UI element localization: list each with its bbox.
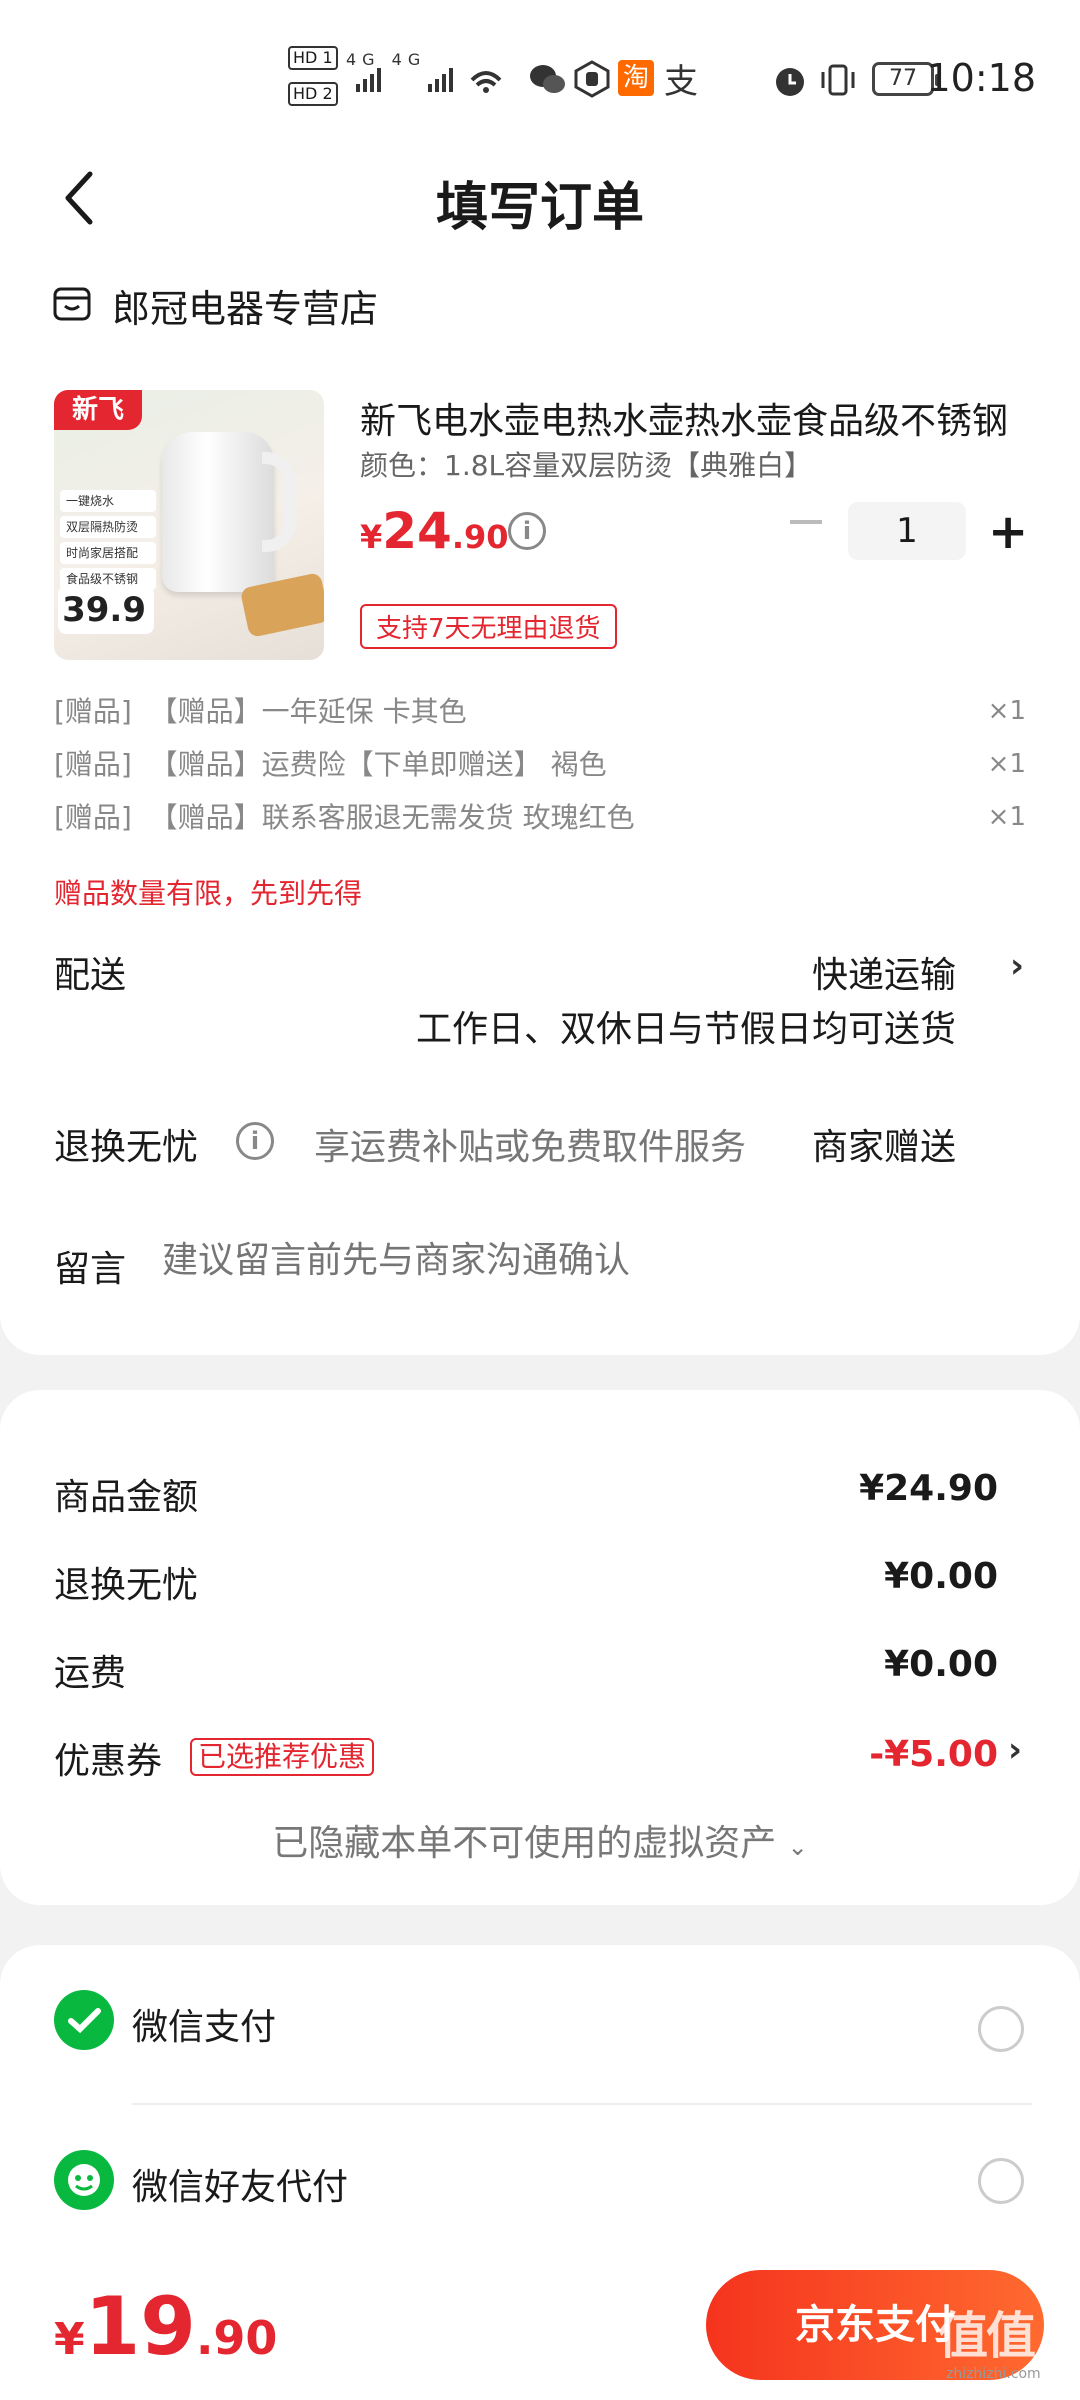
shipping-fee-value: ¥0.00 [884,1644,998,1685]
coupon-tag: 已选推荐优惠 [190,1738,375,1776]
shop-icon [52,284,92,324]
feature-tag: 一键烧水 [60,490,156,512]
brand-logo: 新飞 [54,390,142,430]
coupon-label: 优惠券 [54,1741,163,1782]
wechat-friend-label[interactable]: 微信好友代付 [132,2158,348,2210]
hd1-badge: HD 1 [288,46,338,70]
returns-badge: 支持7天无理由退货 [360,604,617,649]
watermark: 值值值 [938,2307,1036,2400]
page-title: 填写订单 [435,178,644,238]
taobao-icon: 淘 [618,60,654,96]
promo-price: 39.9 [58,586,154,634]
feature-tag: 时尚家居搭配 [60,542,156,564]
kettle-handle [262,452,296,552]
gift-item: [赠品] 【赠品】运费险【下单即赠送】 褐色 [54,748,607,781]
product-image[interactable]: 新飞 一键烧水 双层隔热防烫 时尚家居搭配 食品级不锈钢 39.9 [54,390,324,660]
gift-qty: ×1 [987,696,1026,726]
return-service-label: 退换无忧 [54,1127,199,1168]
wechat-friend-icon [54,2150,114,2210]
product-price: ¥24.90 [360,502,509,560]
sim-indicator: HD 1 [288,46,342,70]
info-icon[interactable]: i [236,1122,274,1160]
divider [132,2103,1032,2105]
payment-card [0,1945,1080,2265]
wechat-pay-icon [54,1990,114,2050]
gift-warning: 赠品数量有限，先到先得 [54,877,363,910]
sim-indicator-2: HD 2 [288,82,342,106]
return-service-value: 商家赠送 [811,1127,956,1168]
alipay-icon: 支 [664,62,698,102]
gift-qty: ×1 [987,802,1026,832]
signal-bars-icon [346,64,526,98]
chevron-down-icon: ⌄ [787,1833,808,1861]
battery-icon: 77 [872,62,940,96]
goods-amount-label: 商品金额 [54,1477,199,1518]
clock: 10:18 [926,56,1036,100]
wechat-friend-radio[interactable] [978,2158,1024,2204]
price-info-icon[interactable]: i [508,512,546,550]
quantity-value[interactable]: 1 [848,502,966,560]
gift-qty: ×1 [987,749,1026,779]
chevron-right-icon[interactable]: › [1008,1730,1022,1770]
total-price: ¥19.90 [54,2280,278,2373]
quantity-increase-button[interactable]: + [988,508,1028,556]
hand-icon [572,60,612,102]
return-fee-label: 退换无忧 [54,1565,199,1606]
hd2-badge: HD 2 [288,82,338,106]
chevron-right-icon[interactable]: › [1010,946,1024,986]
product-spec: 颜色：1.8L容量双层防烫【典雅白】 [360,449,813,482]
watermark-url: zhizhizhi.com [946,2366,1041,2382]
delivery-desc: 工作日、双休日与节假日均可送货 [415,1009,956,1050]
hidden-assets-toggle[interactable]: 已隐藏本单不可使用的虚拟资产 ⌄ [0,1814,1080,1866]
message-label: 留言 [54,1249,127,1290]
quantity-decrease-button[interactable] [790,520,822,524]
coupon-value[interactable]: -¥5.00 [869,1734,998,1775]
shipping-fee-label: 运费 [54,1653,127,1694]
wechat-pay-label[interactable]: 微信支付 [132,1998,276,2050]
delivery-label: 配送 [54,955,127,996]
shop-name[interactable]: 郎冠电器专营店 [112,278,378,333]
goods-amount-value: ¥24.90 [859,1468,998,1509]
alarm-icon [770,60,810,104]
feature-tag: 双层隔热防烫 [60,516,156,538]
gift-item: [赠品] 【赠品】一年延保 卡其色 [54,695,467,728]
wechat-status-icon [528,62,568,100]
product-name[interactable]: 新飞电水壶电热水壶热水壶食品级不锈钢 [360,392,1030,444]
message-input[interactable] [162,1240,1002,1281]
kettle-image [162,432,274,592]
wechat-pay-radio[interactable] [978,2006,1024,2052]
vibrate-icon [818,60,858,104]
return-fee-value: ¥0.00 [884,1556,998,1597]
return-service-desc: 享运费补贴或免费取件服务 [314,1127,747,1168]
gift-item: [赠品] 【赠品】联系客服退无需发货 玫瑰红色 [54,801,635,834]
delivery-method[interactable]: 快递运输 [800,946,956,998]
